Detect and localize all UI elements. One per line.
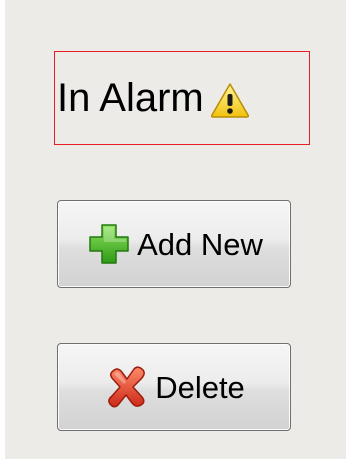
plus-icon bbox=[85, 220, 133, 268]
control-panel: In Alarm Add New Delete bbox=[5, 0, 346, 459]
delete-button[interactable]: Delete bbox=[57, 343, 291, 431]
add-new-button-label: Add New bbox=[137, 226, 263, 262]
add-new-button[interactable]: Add New bbox=[57, 200, 291, 288]
warning-icon bbox=[210, 82, 250, 118]
alarm-status-indicator: In Alarm bbox=[54, 51, 310, 145]
delete-button-label: Delete bbox=[155, 369, 245, 405]
alarm-status-label: In Alarm bbox=[57, 76, 204, 120]
x-icon bbox=[103, 363, 151, 411]
